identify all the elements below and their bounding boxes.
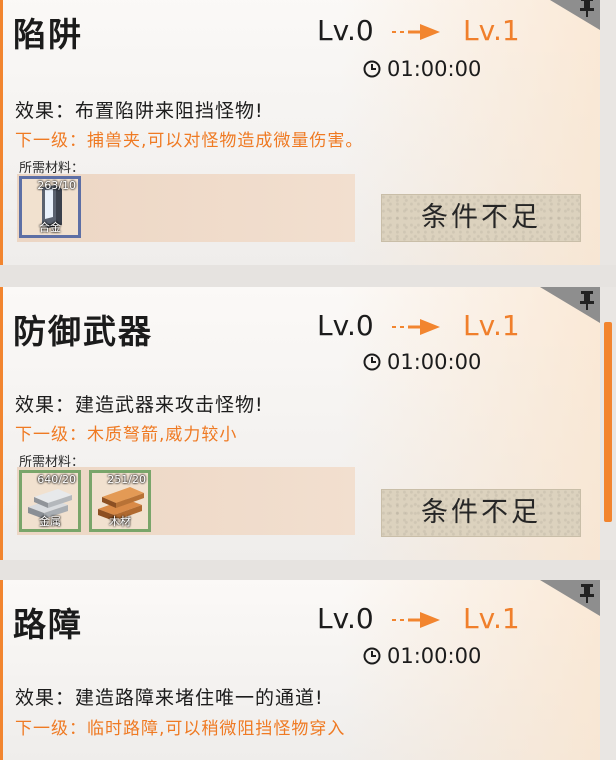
arrow-right-icon (392, 319, 440, 335)
building-title: 防御武器 (13, 312, 153, 351)
material-name: 金属 (39, 515, 61, 528)
material-count: 640/20 (37, 473, 76, 486)
current-level: Lv.0 (317, 602, 374, 635)
condition-button[interactable]: 条件不足 (381, 489, 581, 537)
material-item[interactable]: 251/20 木材 (89, 470, 151, 532)
material-item[interactable]: 640/20 金属 (19, 470, 81, 532)
upgrade-timer: 01:00:00 (363, 57, 481, 81)
clock-icon (363, 60, 381, 78)
building-card-roadblock[interactable]: 路障 Lv.0 Lv.1 01:00:00 效果：建造路障来堵住唯一的通道! 下… (0, 580, 600, 760)
material-name: 木材 (109, 515, 131, 528)
upgrade-timer: 01:00:00 (363, 644, 481, 668)
material-item[interactable]: 263/10 合金 (19, 176, 81, 238)
current-level: Lv.0 (317, 14, 374, 47)
scrollbar[interactable] (604, 322, 612, 522)
timer-value: 01:00:00 (387, 350, 482, 374)
clock-icon (363, 353, 381, 371)
arrow-right-icon (392, 24, 440, 40)
next-level-description: 下一级：临时路障,可以稍微阻挡怪物穿入 (15, 719, 346, 739)
material-name: 合金 (39, 221, 61, 234)
pin-icon[interactable] (540, 580, 600, 616)
building-card-defense-weapon[interactable]: 防御武器 Lv.0 Lv.1 01:00:00 效果：建造武器来攻击怪物! 下一… (0, 287, 600, 560)
clock-icon (363, 647, 381, 665)
next-level: Lv.1 (463, 14, 520, 47)
current-level: Lv.0 (317, 309, 374, 342)
material-count: 263/10 (37, 179, 76, 192)
next-level: Lv.1 (463, 602, 520, 635)
effect-text: 效果：布置陷阱来阻挡怪物! (15, 100, 264, 122)
next-level: Lv.1 (463, 309, 520, 342)
material-count: 251/20 (107, 473, 146, 486)
building-title: 路障 (13, 605, 83, 644)
upgrade-timer: 01:00:00 (363, 350, 481, 374)
pin-icon[interactable] (540, 287, 600, 323)
effect-text: 效果：建造路障来堵住唯一的通道! (15, 687, 324, 709)
next-level-description: 下一级：捕兽夹,可以对怪物造成微量伤害。 (15, 131, 364, 151)
building-card-trap[interactable]: 陷阱 Lv.0 Lv.1 01:00:00 效果：布置陷阱来阻挡怪物! 下一级：… (0, 0, 600, 265)
arrow-right-icon (392, 612, 440, 628)
timer-value: 01:00:00 (387, 57, 482, 81)
effect-text: 效果：建造武器来攻击怪物! (15, 394, 264, 416)
next-level-description: 下一级：木质弩箭,威力较小 (15, 425, 238, 445)
pin-icon[interactable] (540, 0, 600, 30)
timer-value: 01:00:00 (387, 644, 482, 668)
condition-button[interactable]: 条件不足 (381, 194, 581, 242)
building-title: 陷阱 (13, 15, 83, 54)
